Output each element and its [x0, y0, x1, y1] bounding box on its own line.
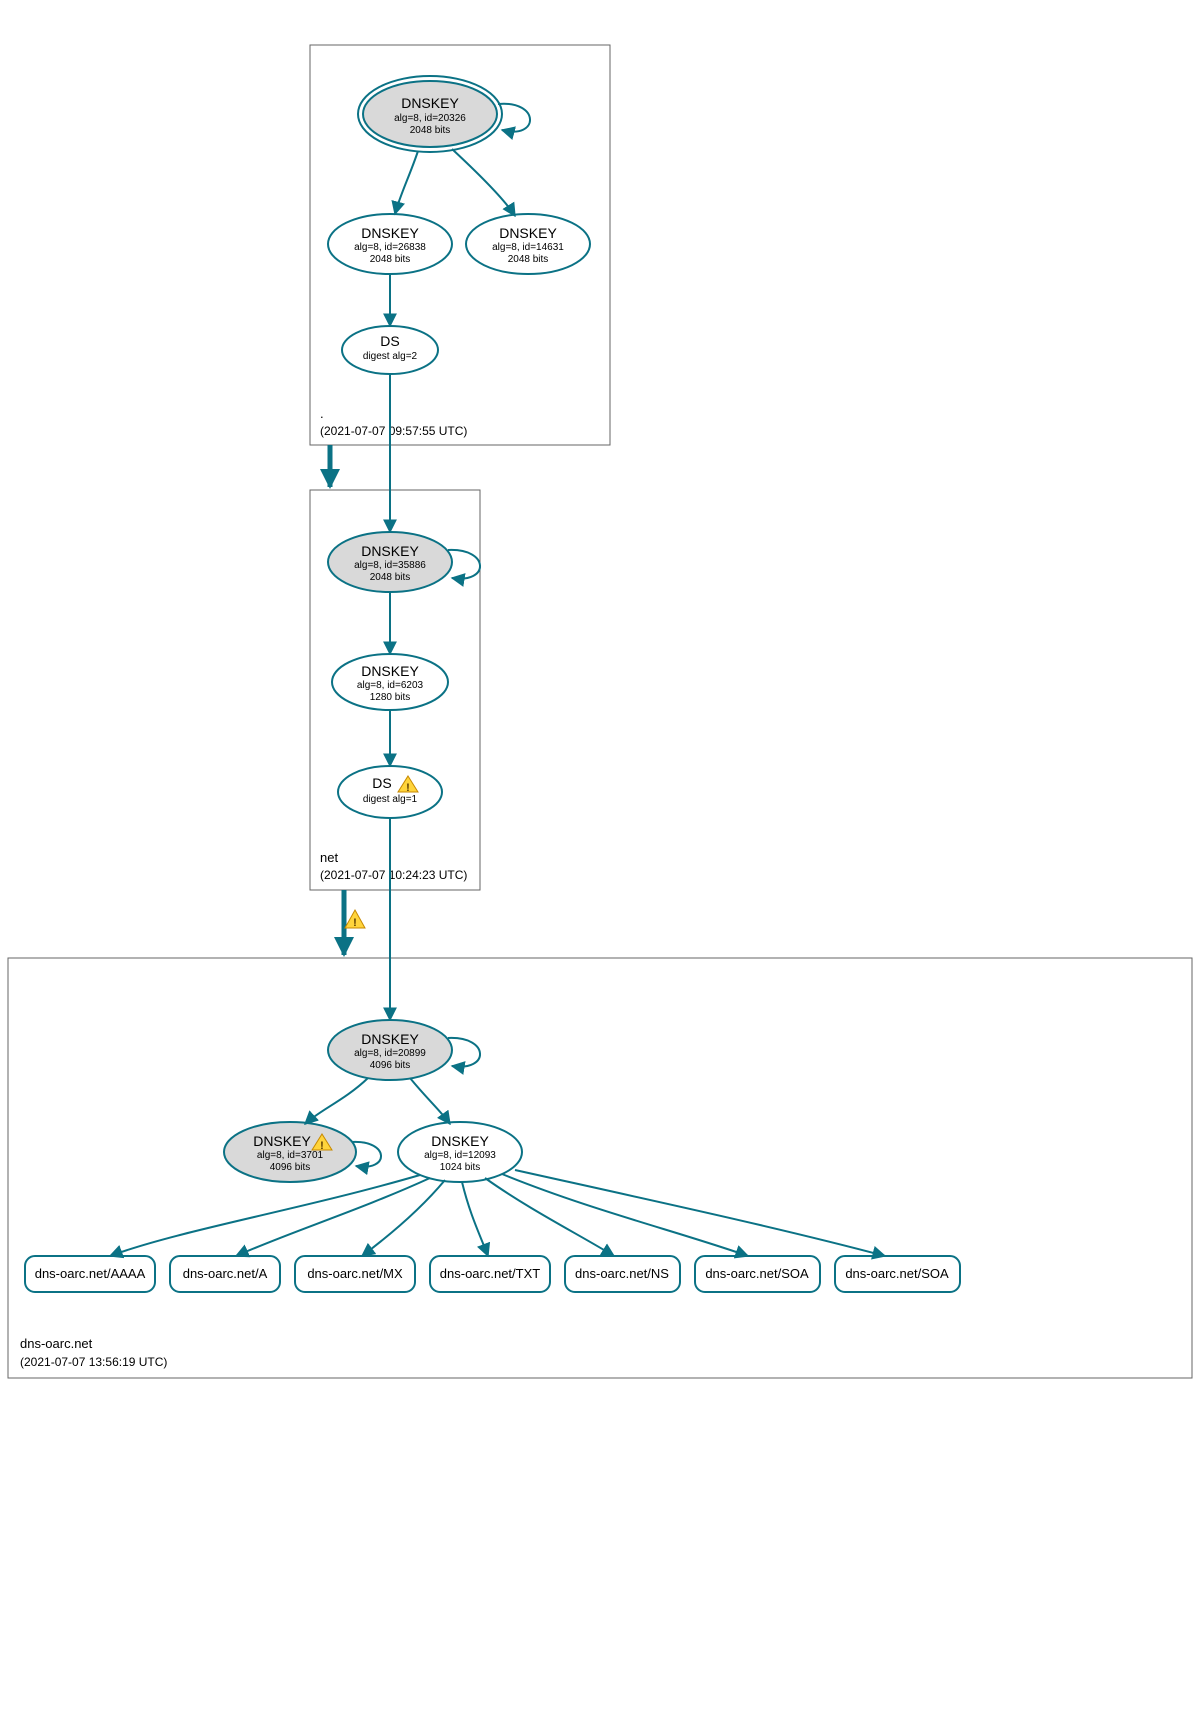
edge-zsk-txt [462, 1182, 488, 1256]
edge-domksk-zsk [410, 1078, 450, 1124]
zone-net-name: net [320, 850, 338, 865]
svg-text:dns-oarc.net/TXT: dns-oarc.net/TXT [440, 1266, 540, 1281]
node-root-zsk2: DNSKEY alg=8, id=14631 2048 bits [466, 214, 590, 274]
edge-zsk-soa1 [502, 1174, 748, 1256]
svg-text:alg=8, id=14631: alg=8, id=14631 [492, 242, 564, 253]
node-dom-zsk-old: DNSKEY alg=8, id=3701 4096 bits ! [224, 1122, 356, 1182]
edge-zsk-soa2 [515, 1170, 885, 1256]
svg-text:DNSKEY: DNSKEY [361, 663, 419, 679]
svg-text:2048 bits: 2048 bits [410, 125, 451, 136]
edge-rootksk-zsk1 [395, 151, 418, 214]
svg-text:DNSKEY: DNSKEY [499, 225, 557, 241]
record-txt: dns-oarc.net/TXT [430, 1256, 550, 1292]
svg-text:!: ! [320, 1140, 324, 1152]
svg-text:DNSKEY: DNSKEY [361, 225, 419, 241]
zone-domain-name: dns-oarc.net [20, 1336, 93, 1351]
svg-text:DS: DS [372, 775, 391, 791]
node-net-ds: DS digest alg=1 ! [338, 766, 442, 818]
node-dom-zsk: DNSKEY alg=8, id=12093 1024 bits [398, 1122, 522, 1182]
dnssec-diagram: . (2021-07-07 09:57:55 UTC) DNSKEY alg=8… [0, 0, 1200, 1734]
warning-icon: ! [345, 910, 365, 929]
node-net-ksk: DNSKEY alg=8, id=35886 2048 bits [328, 532, 452, 592]
node-root-zsk1: DNSKEY alg=8, id=26838 2048 bits [328, 214, 452, 274]
svg-text:dns-oarc.net/SOA: dns-oarc.net/SOA [845, 1266, 949, 1281]
svg-text:dns-oarc.net/SOA: dns-oarc.net/SOA [705, 1266, 809, 1281]
svg-text:2048 bits: 2048 bits [508, 254, 549, 265]
svg-text:DNSKEY: DNSKEY [401, 95, 459, 111]
record-aaaa: dns-oarc.net/AAAA [25, 1256, 155, 1292]
node-root-ds: DS digest alg=2 [342, 326, 438, 374]
svg-text:DNSKEY: DNSKEY [253, 1133, 311, 1149]
svg-text:2048 bits: 2048 bits [370, 572, 411, 583]
svg-text:alg=8, id=12093: alg=8, id=12093 [424, 1150, 496, 1161]
record-soa1: dns-oarc.net/SOA [695, 1256, 820, 1292]
svg-text:DS: DS [380, 333, 399, 349]
edge-root-ksk-self [498, 104, 530, 132]
edge-zsk-ns [485, 1178, 614, 1256]
svg-text:dns-oarc.net/AAAA: dns-oarc.net/AAAA [35, 1266, 146, 1281]
node-dom-ksk: DNSKEY alg=8, id=20899 4096 bits [328, 1020, 452, 1080]
svg-text:!: ! [406, 782, 410, 794]
svg-text:dns-oarc.net/MX: dns-oarc.net/MX [307, 1266, 403, 1281]
svg-text:2048 bits: 2048 bits [370, 254, 411, 265]
edge-zsk-mx [362, 1180, 445, 1256]
record-mx: dns-oarc.net/MX [295, 1256, 415, 1292]
record-soa2: dns-oarc.net/SOA [835, 1256, 960, 1292]
zone-root-name: . [320, 406, 324, 421]
svg-text:alg=8, id=20899: alg=8, id=20899 [354, 1048, 426, 1059]
svg-text:DNSKEY: DNSKEY [361, 543, 419, 559]
svg-text:dns-oarc.net/NS: dns-oarc.net/NS [575, 1266, 669, 1281]
svg-text:DNSKEY: DNSKEY [431, 1133, 489, 1149]
svg-text:dns-oarc.net/A: dns-oarc.net/A [183, 1266, 268, 1281]
node-root-ksk: DNSKEY alg=8, id=20326 2048 bits [358, 76, 502, 152]
svg-text:alg=8, id=3701: alg=8, id=3701 [257, 1150, 324, 1161]
svg-text:alg=8, id=35886: alg=8, id=35886 [354, 560, 426, 571]
svg-text:digest alg=2: digest alg=2 [363, 351, 418, 362]
svg-text:4096 bits: 4096 bits [370, 1060, 411, 1071]
svg-text:1024 bits: 1024 bits [440, 1162, 481, 1173]
svg-text:1280 bits: 1280 bits [370, 692, 411, 703]
record-a: dns-oarc.net/A [170, 1256, 280, 1292]
zone-net-time: (2021-07-07 10:24:23 UTC) [320, 868, 467, 882]
zone-root-time: (2021-07-07 09:57:55 UTC) [320, 424, 467, 438]
zone-domain-time: (2021-07-07 13:56:19 UTC) [20, 1355, 167, 1369]
edge-rootksk-zsk2 [452, 149, 515, 216]
svg-text:alg=8, id=26838: alg=8, id=26838 [354, 242, 426, 253]
svg-text:digest alg=1: digest alg=1 [363, 794, 418, 805]
edge-zsk-a [236, 1178, 430, 1256]
svg-text:4096 bits: 4096 bits [270, 1162, 311, 1173]
record-ns: dns-oarc.net/NS [565, 1256, 680, 1292]
node-net-zsk: DNSKEY alg=8, id=6203 1280 bits [332, 654, 448, 710]
edge-domksk-zskold [305, 1078, 368, 1124]
svg-text:!: ! [353, 917, 357, 929]
svg-text:alg=8, id=20326: alg=8, id=20326 [394, 113, 466, 124]
svg-text:alg=8, id=6203: alg=8, id=6203 [357, 680, 424, 691]
svg-text:DNSKEY: DNSKEY [361, 1031, 419, 1047]
zone-domain-box [8, 958, 1192, 1378]
